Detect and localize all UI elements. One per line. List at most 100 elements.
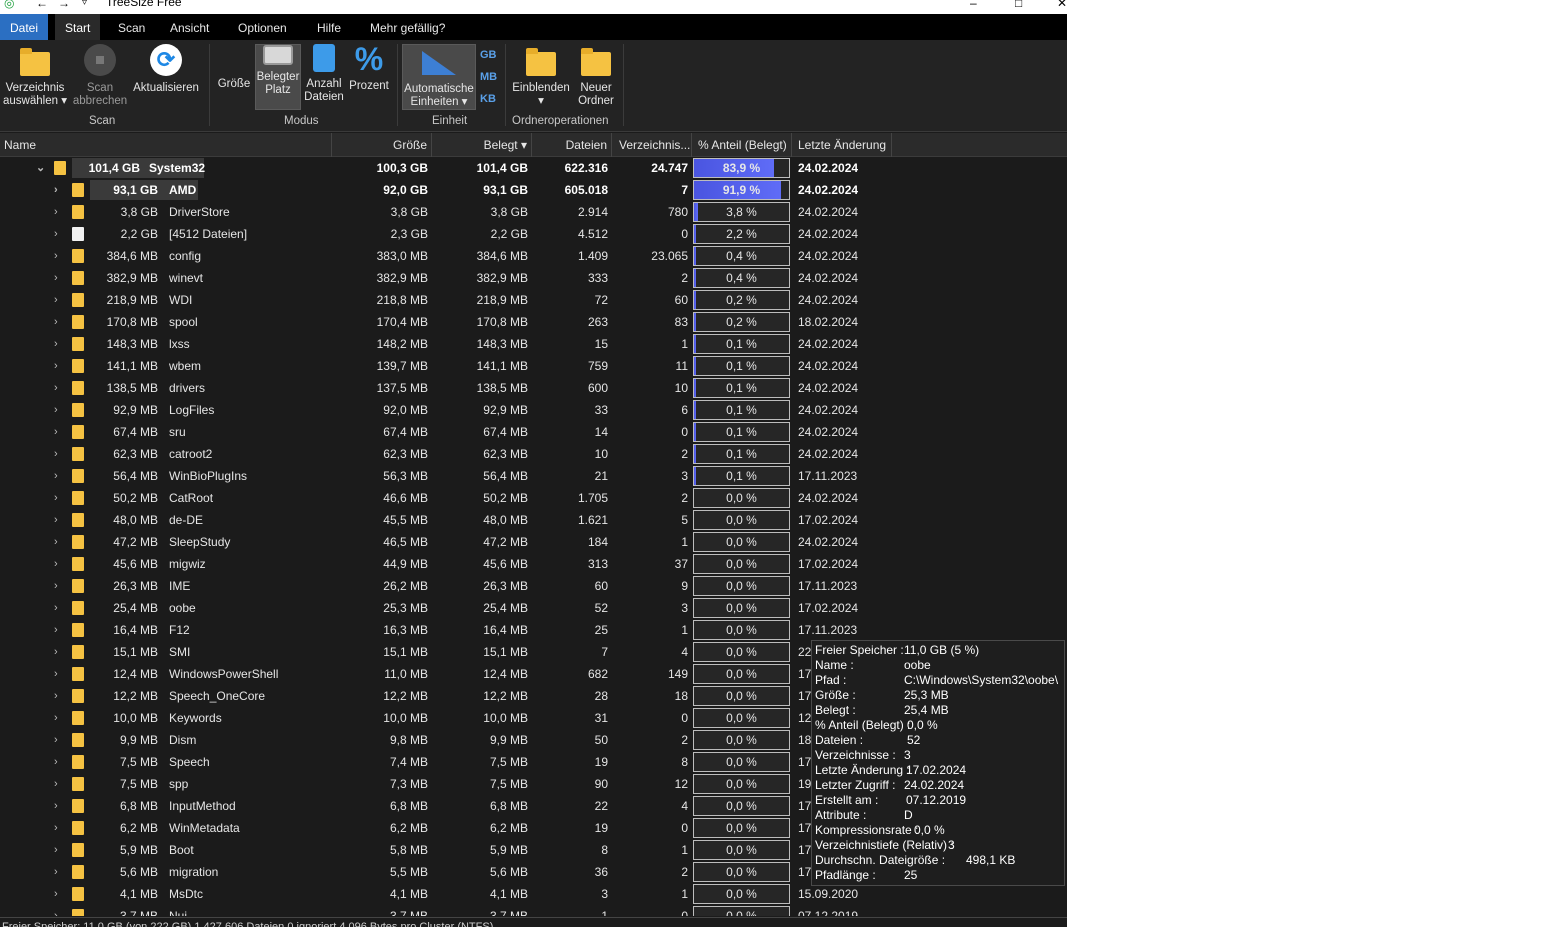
- table-row[interactable]: › 141,1 MB wbem 139,7 MB 141,1 MB 759 11 0,1 % 2…: [0, 355, 1067, 377]
- table-row[interactable]: › 16,4 MB F12 16,3 MB 16,4 MB 25 1 0,0 % 17.11.2…: [0, 619, 1067, 641]
- chevron-right-icon[interactable]: ›: [54, 223, 64, 245]
- column-name[interactable]: Name: [0, 133, 332, 157]
- chevron-right-icon[interactable]: ›: [54, 179, 64, 201]
- stop-scan-button[interactable]: Scan abbrechen: [70, 44, 130, 108]
- refresh-button[interactable]: ⟳ Aktualisieren: [130, 44, 202, 95]
- chevron-right-icon[interactable]: ›: [54, 729, 64, 751]
- menu-datei[interactable]: Datei: [0, 14, 49, 40]
- column-allocated[interactable]: Belegt ▾: [432, 133, 532, 157]
- chevron-right-icon[interactable]: ›: [54, 619, 64, 641]
- chevron-right-icon[interactable]: ›: [54, 861, 64, 883]
- show-button[interactable]: Einblenden ▾: [510, 44, 572, 108]
- choose-directory-button[interactable]: Verzeichnis auswählen ▾: [2, 44, 68, 108]
- mode-file-count-button[interactable]: Anzahl Dateien: [302, 44, 346, 104]
- new-folder-button[interactable]: Neuer Ordner: [574, 44, 618, 108]
- unit-mb-button[interactable]: MB: [480, 71, 497, 83]
- mode-percent-button[interactable]: % Prozent: [347, 43, 391, 93]
- table-row[interactable]: › 148,3 MB lxss 148,2 MB 148,3 MB 15 1 0,1 % 24.…: [0, 333, 1067, 355]
- table-row[interactable]: › 4,1 MB MsDtc 4,1 MB 4,1 MB 3 1 0,0 % 15.09.202…: [0, 883, 1067, 905]
- chevron-right-icon[interactable]: ›: [54, 267, 64, 289]
- menu-mehr[interactable]: Mehr gefällig?: [360, 14, 455, 40]
- table-row[interactable]: › 92,9 MB LogFiles 92,0 MB 92,9 MB 33 6 0,1 % 24…: [0, 399, 1067, 421]
- column-folders[interactable]: Verzeichnis...: [612, 133, 692, 157]
- chevron-right-icon[interactable]: ›: [54, 751, 64, 773]
- table-row[interactable]: › 67,4 MB sru 67,4 MB 67,4 MB 14 0 0,1 % 24.02.2…: [0, 421, 1067, 443]
- chevron-down-icon[interactable]: ⌄: [36, 157, 46, 179]
- chevron-right-icon[interactable]: ›: [54, 905, 64, 916]
- unit-gb-button[interactable]: GB: [480, 49, 497, 61]
- chevron-right-icon[interactable]: ›: [54, 685, 64, 707]
- table-row[interactable]: › 382,9 MB winevt 382,9 MB 382,9 MB 333 2 0,4 %…: [0, 267, 1067, 289]
- table-row[interactable]: › 48,0 MB de-DE 45,5 MB 48,0 MB 1.621 5 0,0 % 17…: [0, 509, 1067, 531]
- close-button[interactable]: ✕: [1057, 0, 1067, 10]
- chevron-right-icon[interactable]: ›: [54, 333, 64, 355]
- chevron-right-icon[interactable]: ›: [54, 465, 64, 487]
- chevron-right-icon[interactable]: ›: [54, 575, 64, 597]
- chevron-right-icon[interactable]: ›: [54, 817, 64, 839]
- table-row[interactable]: ⌄ 101,4 GB System32 100,3 GB 101,4 GB 622.316…: [0, 157, 1067, 179]
- chevron-right-icon[interactable]: ›: [54, 245, 64, 267]
- table-row[interactable]: › 62,3 MB catroot2 62,3 MB 62,3 MB 10 2 0,1 % 24…: [0, 443, 1067, 465]
- table-row[interactable]: › 3,7 MB Nui 3,7 MB 3,7 MB 1 0 0,0 % 07.12.2019: [0, 905, 1067, 916]
- table-row[interactable]: › 138,5 MB drivers 137,5 MB 138,5 MB 600 10 0,1…: [0, 377, 1067, 399]
- chevron-right-icon[interactable]: ›: [54, 597, 64, 619]
- chevron-right-icon[interactable]: ›: [54, 641, 64, 663]
- table-row[interactable]: › 218,9 MB WDI 218,8 MB 218,9 MB 72 60 0,2 % 24.…: [0, 289, 1067, 311]
- row-allocated: 26,3 MB: [483, 579, 528, 593]
- maximize-button[interactable]: □: [1015, 0, 1022, 10]
- table-row[interactable]: › 2,2 GB [4512 Dateien] 2,3 GB 2,2 GB 4.512 0 2…: [0, 223, 1067, 245]
- column-last-modified[interactable]: Letzte Änderung: [792, 133, 892, 157]
- chevron-right-icon[interactable]: ›: [54, 509, 64, 531]
- table-row[interactable]: › 47,2 MB SleepStudy 46,5 MB 47,2 MB 184 1 0,0 …: [0, 531, 1067, 553]
- chevron-right-icon[interactable]: ›: [54, 355, 64, 377]
- chevron-right-icon[interactable]: ›: [54, 773, 64, 795]
- chevron-right-icon[interactable]: ›: [54, 201, 64, 223]
- table-row[interactable]: › 384,6 MB config 383,0 MB 384,6 MB 1.409 23.0…: [0, 245, 1067, 267]
- column-percent[interactable]: % Anteil (Belegt): [692, 133, 792, 157]
- chevron-right-icon[interactable]: ›: [54, 421, 64, 443]
- menu-ansicht[interactable]: Ansicht: [160, 14, 219, 40]
- chevron-right-icon[interactable]: ›: [54, 883, 64, 905]
- chevron-right-icon[interactable]: ›: [54, 707, 64, 729]
- table-row[interactable]: › 3,8 GB DriverStore 3,8 GB 3,8 GB 2.914 780 3,…: [0, 201, 1067, 223]
- column-files[interactable]: Dateien: [532, 133, 612, 157]
- table-row[interactable]: › 170,8 MB spool 170,4 MB 170,8 MB 263 83 0,2 %…: [0, 311, 1067, 333]
- chevron-right-icon[interactable]: ›: [54, 399, 64, 421]
- chevron-right-icon[interactable]: ›: [54, 311, 64, 333]
- forward-icon[interactable]: →: [58, 0, 70, 10]
- auto-units-button[interactable]: Automatische Einheiten ▾: [402, 44, 476, 110]
- column-size[interactable]: Größe: [332, 133, 432, 157]
- chevron-right-icon[interactable]: ›: [54, 443, 64, 465]
- minimize-button[interactable]: –: [970, 0, 977, 10]
- folder-icon: [72, 381, 84, 395]
- row-last-modified: 17.11.2023: [798, 469, 858, 483]
- row-folders: 2: [681, 491, 688, 505]
- chevron-right-icon[interactable]: ›: [54, 795, 64, 817]
- quick-access-dropdown-icon[interactable]: ▿: [82, 0, 87, 10]
- menu-hilfe[interactable]: Hilfe: [307, 14, 351, 40]
- unit-kb-button[interactable]: KB: [480, 93, 496, 105]
- table-row[interactable]: › 93,1 GB AMD 92,0 GB 93,1 GB 605.018 7 91,9 % 2…: [0, 179, 1067, 201]
- mode-allocated-button[interactable]: Belegter Platz: [255, 44, 301, 110]
- chevron-right-icon[interactable]: ›: [54, 289, 64, 311]
- row-name: de-DE: [169, 513, 204, 527]
- table-row[interactable]: › 50,2 MB CatRoot 46,6 MB 50,2 MB 1.705 2 0,0 %…: [0, 487, 1067, 509]
- table-row[interactable]: › 56,4 MB WinBioPlugIns 56,3 MB 56,4 MB 21 3 0,…: [0, 465, 1067, 487]
- chevron-right-icon[interactable]: ›: [54, 377, 64, 399]
- row-size-label: 25,4 MB: [113, 601, 158, 615]
- menu-start[interactable]: Start: [55, 14, 101, 40]
- menu-optionen[interactable]: Optionen: [228, 14, 297, 40]
- chevron-right-icon[interactable]: ›: [54, 663, 64, 685]
- row-last-modified: 24.02.2024: [798, 447, 859, 461]
- chevron-right-icon[interactable]: ›: [54, 487, 64, 509]
- table-row[interactable]: › 25,4 MB oobe 25,3 MB 25,4 MB 52 3 0,0 % 17.02.…: [0, 597, 1067, 619]
- table-row[interactable]: › 26,3 MB IME 26,2 MB 26,3 MB 60 9 0,0 % 17.11.2…: [0, 575, 1067, 597]
- chevron-right-icon[interactable]: ›: [54, 553, 64, 575]
- folder-icon: [72, 689, 84, 703]
- back-icon[interactable]: ←: [36, 0, 48, 10]
- table-row[interactable]: › 45,6 MB migwiz 44,9 MB 45,6 MB 313 37 0,0 % 17…: [0, 553, 1067, 575]
- chevron-right-icon[interactable]: ›: [54, 531, 64, 553]
- mode-size-button[interactable]: Größe: [214, 44, 254, 91]
- chevron-right-icon[interactable]: ›: [54, 839, 64, 861]
- menu-scan[interactable]: Scan: [108, 14, 155, 40]
